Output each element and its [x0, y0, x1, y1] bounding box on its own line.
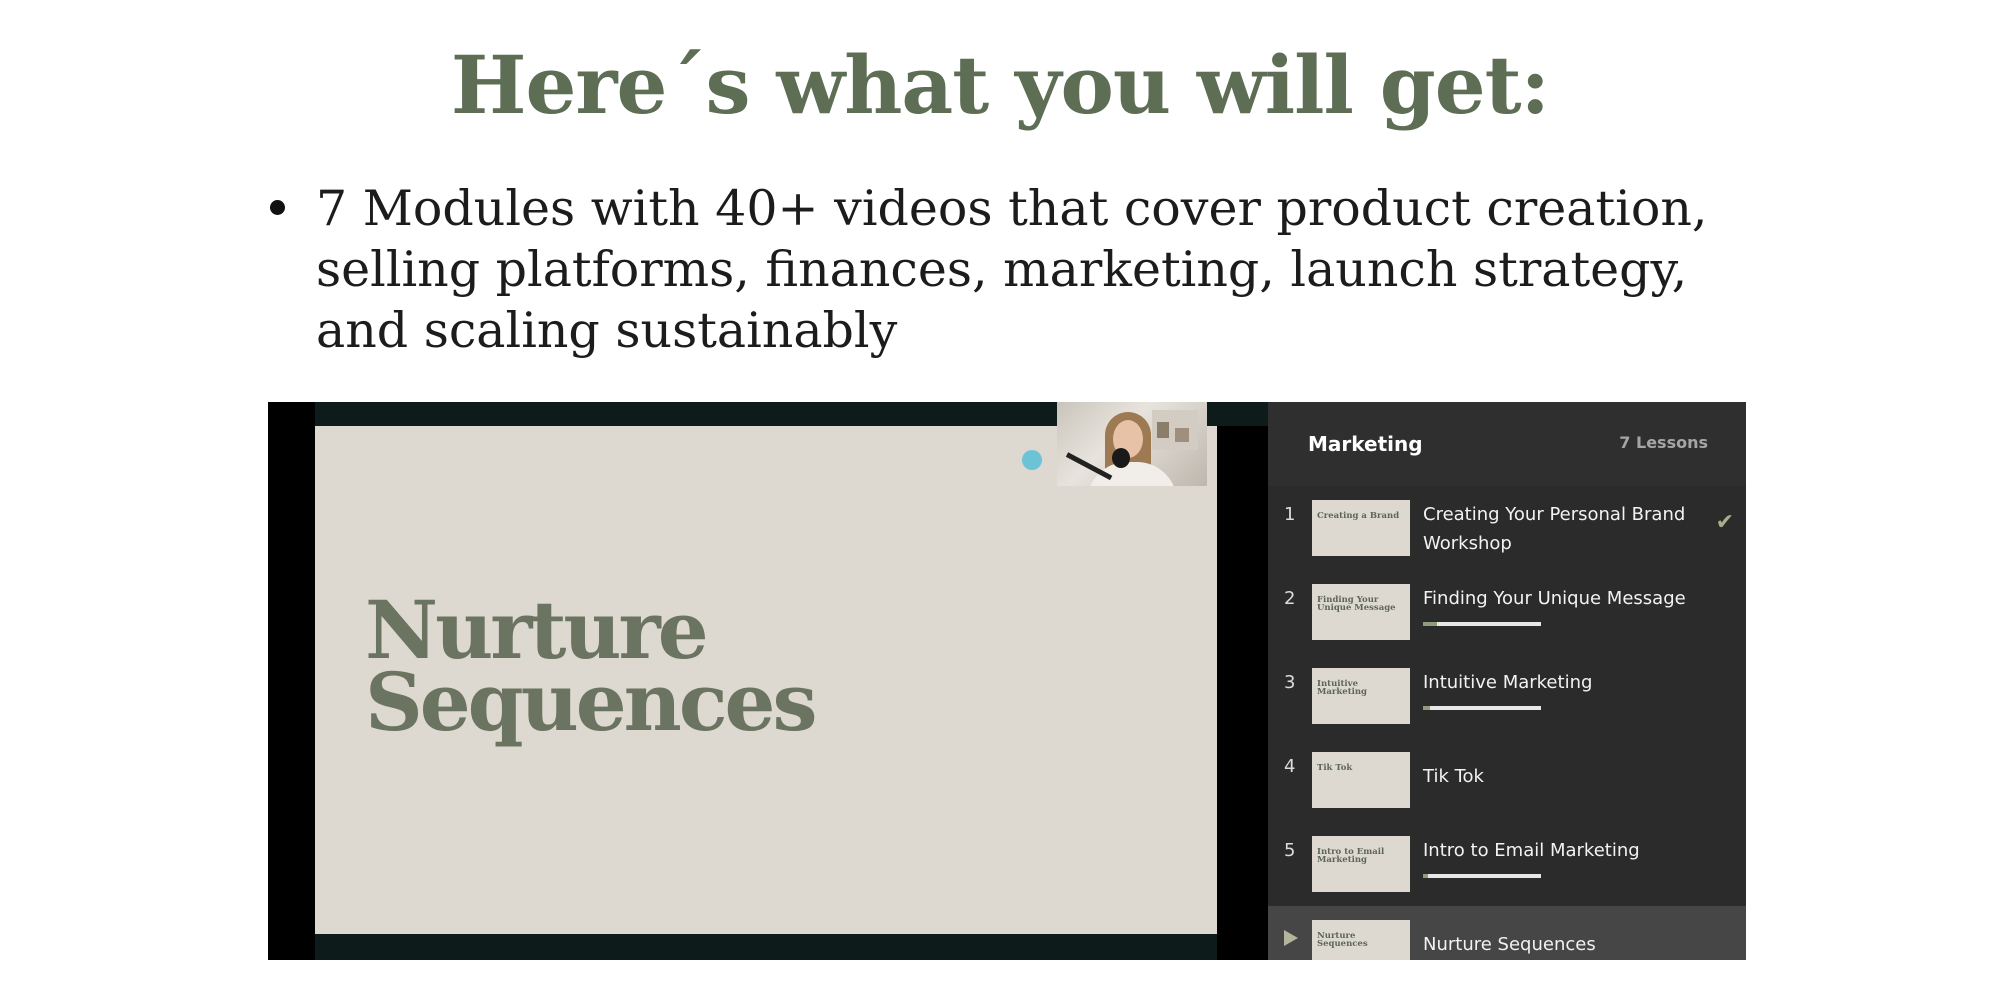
lesson-title: Tik Tok	[1423, 766, 1484, 787]
lesson-number: 4	[1284, 756, 1296, 777]
lesson-title: Intro to Email Marketing	[1423, 840, 1640, 861]
lesson-thumbnail: Intuitive Marketing	[1312, 668, 1410, 724]
video-area[interactable]: Nurture Sequences	[268, 402, 1283, 960]
video-slide: Nurture Sequences	[315, 426, 1217, 934]
checkmark-icon: ✔	[1715, 510, 1734, 535]
lesson-item[interactable]: 3 Intuitive Marketing Intuitive Marketin…	[1268, 654, 1746, 738]
feature-text: 7 Modules with 40+ videos that cover pro…	[316, 180, 1708, 359]
bullet-icon	[270, 200, 285, 215]
lesson-number: 3	[1284, 672, 1296, 693]
lesson-item[interactable]: 1 Creating a Brand Creating Your Persona…	[1268, 486, 1746, 570]
lesson-thumbnail: Intro to Email Marketing	[1312, 836, 1410, 892]
lesson-number: 1	[1284, 504, 1296, 525]
play-icon	[1284, 930, 1298, 946]
lesson-thumbnail: Nurture Sequences	[1312, 920, 1410, 960]
sidebar-header: Marketing 7 Lessons	[1268, 402, 1746, 486]
lesson-title: Nurture Sequences	[1423, 934, 1596, 955]
lesson-thumbnail: Creating a Brand	[1312, 500, 1410, 556]
lesson-title: Intuitive Marketing	[1423, 672, 1593, 693]
lesson-item[interactable]: 4 Tik Tok Tik Tok	[1268, 738, 1746, 822]
lesson-sidebar: Marketing 7 Lessons 1 Creating a Brand C…	[1268, 402, 1746, 960]
lesson-count: 7 Lessons	[1619, 433, 1708, 452]
video-bottom-bar	[315, 934, 1217, 960]
page-headline: Here´s what you will get:	[450, 38, 1550, 132]
lesson-progress-bar	[1423, 622, 1541, 626]
lesson-item[interactable]: 2 Finding Your Unique Message Finding Yo…	[1268, 570, 1746, 654]
lesson-number: 2	[1284, 588, 1296, 609]
webcam-overlay	[1057, 402, 1207, 486]
lesson-title: Creating Your Personal Brand Workshop	[1423, 504, 1686, 554]
lesson-item-active[interactable]: Nurture Sequences Nurture Sequences	[1268, 906, 1746, 960]
feature-item: 7 Modules with 40+ videos that cover pro…	[258, 178, 1778, 361]
lesson-thumbnail: Tik Tok	[1312, 752, 1410, 808]
slide-title-line2: Sequences	[365, 655, 817, 749]
lesson-number: 5	[1284, 840, 1296, 861]
lesson-title: Finding Your Unique Message	[1423, 588, 1686, 609]
lesson-progress-bar	[1423, 874, 1541, 878]
slide-title: Nurture Sequences	[365, 590, 817, 742]
lesson-item[interactable]: 5 Intro to Email Marketing Intro to Emai…	[1268, 822, 1746, 906]
lesson-thumbnail: Finding Your Unique Message	[1312, 584, 1410, 640]
pointer-dot-icon	[1022, 450, 1042, 470]
feature-list: 7 Modules with 40+ videos that cover pro…	[258, 178, 1778, 361]
module-title: Marketing	[1308, 432, 1423, 456]
course-player: Nurture Sequences Marketing 7 Lessons 1 …	[268, 402, 1746, 960]
lesson-progress-bar	[1423, 706, 1541, 710]
